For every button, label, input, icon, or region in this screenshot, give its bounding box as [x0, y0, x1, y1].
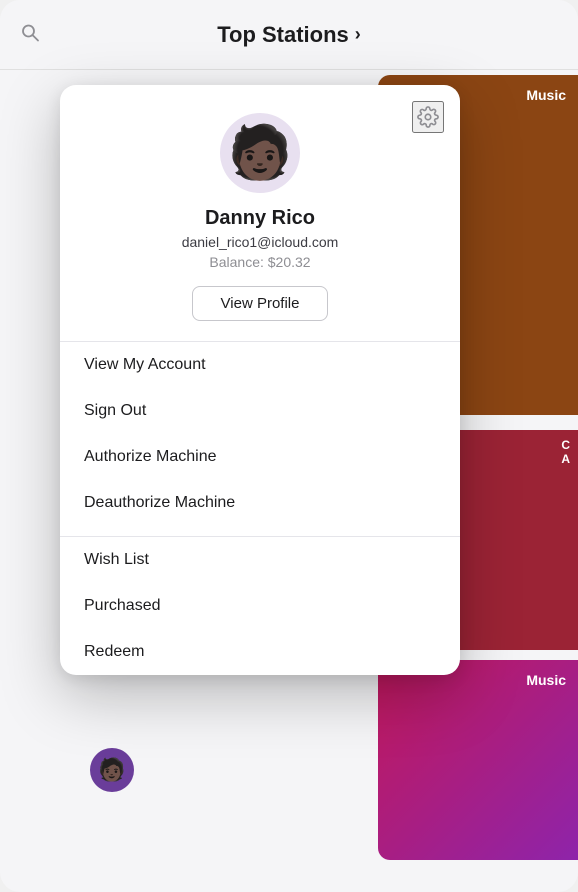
bg-card-middle-label: CA — [561, 438, 570, 466]
profile-dropdown: 🧑🏿 Danny Rico daniel_rico1@icloud.com Ba… — [60, 85, 460, 675]
chevron-icon: › — [355, 24, 361, 45]
menu-group-1: View My Account Sign Out Authorize Machi… — [60, 342, 460, 526]
bg-avatar-small: 🧑🏿 — [90, 748, 134, 792]
gear-button[interactable] — [412, 101, 444, 133]
avatar: 🧑🏿 — [220, 113, 300, 193]
avatar-emoji: 🧑🏿 — [228, 127, 293, 179]
bg-card-purple-label: Music — [526, 672, 566, 688]
menu-gap — [60, 526, 460, 536]
user-balance: Balance: $20.32 — [209, 254, 310, 270]
menu-item-purchased[interactable]: Purchased — [60, 583, 460, 629]
bg-card-middle-right: CA — [448, 430, 578, 650]
menu-item-deauthorize[interactable]: Deauthorize Machine — [60, 480, 460, 526]
menu-item-view-account[interactable]: View My Account — [60, 342, 460, 388]
view-profile-button[interactable]: View Profile — [192, 286, 329, 321]
title-text: Top Stations — [217, 22, 349, 48]
search-icon[interactable] — [20, 22, 40, 47]
menu-item-redeem[interactable]: Redeem — [60, 629, 460, 675]
bg-card-purple: Music — [378, 660, 578, 860]
menu-item-authorize[interactable]: Authorize Machine — [60, 434, 460, 480]
menu-item-sign-out[interactable]: Sign Out — [60, 388, 460, 434]
menu-item-wish-list[interactable]: Wish List — [60, 537, 460, 583]
profile-section: 🧑🏿 Danny Rico daniel_rico1@icloud.com Ba… — [60, 85, 460, 341]
bg-card-brown-label: Music — [526, 87, 566, 103]
user-email: daniel_rico1@icloud.com — [182, 234, 339, 250]
user-name: Danny Rico — [205, 207, 315, 230]
app-background: Top Stations › Music CA Music 🧑🏿 — [0, 0, 578, 892]
menu-group-2: Wish List Purchased Redeem — [60, 537, 460, 675]
bg-header: Top Stations › — [0, 0, 578, 70]
page-title: Top Stations › — [217, 22, 361, 48]
